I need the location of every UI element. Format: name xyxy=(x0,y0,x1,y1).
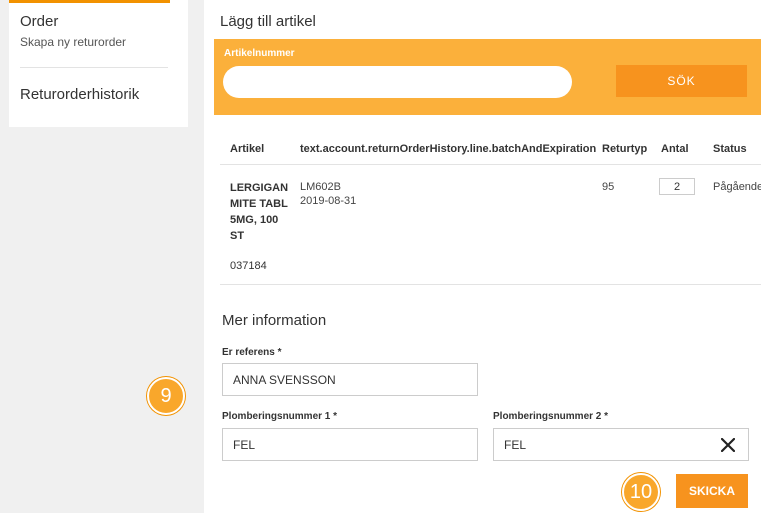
article-search-band: Artikelnummer SÖK xyxy=(214,39,761,115)
step-marker-9: 9 xyxy=(147,377,185,415)
sidebar-order-subtitle[interactable]: Skapa ny returorder xyxy=(20,35,126,49)
main-panel: Lägg till artikel Artikelnummer SÖK Arti… xyxy=(204,0,761,513)
table-header-quantity: Antal xyxy=(661,143,689,155)
batch-cell: LM602B xyxy=(300,181,341,193)
table-header-batch-expiration: text.account.returnOrderHistory.line.bat… xyxy=(300,143,597,155)
seal-number-1-input[interactable] xyxy=(222,428,478,461)
status-cell: Pågående xyxy=(713,181,761,193)
reference-label: Er referens * xyxy=(222,347,282,358)
more-info-title: Mer information xyxy=(222,312,327,329)
sidebar-divider xyxy=(20,67,168,68)
step-marker-10: 10 xyxy=(622,473,660,511)
submit-button[interactable]: SKICKA xyxy=(676,474,748,508)
add-article-title: Lägg till artikel xyxy=(220,13,316,30)
article-code-cell: 037184 xyxy=(230,260,267,272)
article-name-cell: LERGIGAN MITE TABL 5MG, 100 ST xyxy=(230,182,289,242)
seal-number-2-input[interactable] xyxy=(493,428,749,461)
table-header-article: Artikel xyxy=(230,143,265,155)
sidebar: Order Skapa ny returorder Returorderhist… xyxy=(9,0,188,127)
return-type-cell: 95 xyxy=(602,181,615,193)
seal-number-2-label: Plomberingsnummer 2 * xyxy=(493,411,609,422)
close-icon[interactable] xyxy=(716,433,740,457)
sidebar-item-return-history[interactable]: Returorderhistorik xyxy=(20,86,139,103)
sidebar-active-indicator xyxy=(9,0,170,3)
quantity-input[interactable] xyxy=(659,178,695,195)
article-number-input[interactable] xyxy=(223,66,572,98)
reference-input[interactable] xyxy=(222,363,478,396)
table-row-divider xyxy=(220,284,761,285)
table-header-status: Status xyxy=(713,143,747,155)
table-header-return-type: Returtyp xyxy=(602,143,648,155)
search-button[interactable]: SÖK xyxy=(616,65,747,97)
seal-number-1-label: Plomberingsnummer 1 * xyxy=(222,411,338,422)
expiration-cell: 2019-08-31 xyxy=(300,195,357,207)
sidebar-order-title[interactable]: Order xyxy=(20,13,58,30)
page: Order Skapa ny returorder Returorderhist… xyxy=(0,0,761,513)
table-header-divider xyxy=(220,164,761,165)
article-number-label: Artikelnummer xyxy=(224,48,295,59)
